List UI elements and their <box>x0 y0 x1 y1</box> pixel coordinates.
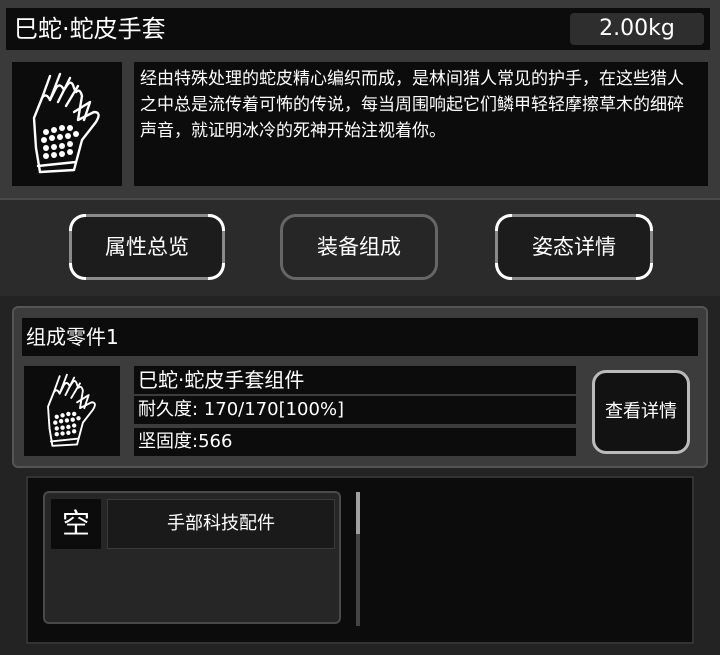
slots-scrollbar-thumb[interactable] <box>356 492 360 534</box>
item-weight: 2.00kg <box>570 13 704 45</box>
slot-name: 手部科技配件 <box>107 499 335 549</box>
tab-pose-details-label: 姿态详情 <box>532 235 616 259</box>
component-name: 巳蛇·蛇皮手套组件 <box>134 366 576 394</box>
snakeskin-gloves-icon <box>32 72 100 174</box>
component-icon-frame <box>24 366 120 456</box>
component-title: 组成零件1 <box>26 325 119 349</box>
tab-equipment-composition[interactable]: 装备组成 <box>280 214 438 280</box>
tab-attribute-overview-label: 属性总览 <box>105 235 189 259</box>
item-name: 巳蛇·蛇皮手套 <box>14 15 166 43</box>
component-hardness: 坚固度:566 <box>134 428 576 456</box>
tab-attribute-overview[interactable]: 属性总览 <box>69 214 225 280</box>
tab-equipment-composition-label: 装备组成 <box>317 235 401 259</box>
item-description: 经由特殊处理的蛇皮精心编织而成，是林间猎人常见的护手，在这些猎人之中总是流传着可… <box>134 62 708 186</box>
component-durability: 耐久度: 170/170[100%] <box>134 396 576 424</box>
component-header <box>22 318 698 356</box>
item-icon-frame <box>12 62 122 186</box>
snakeskin-gloves-icon <box>47 373 96 447</box>
tab-pose-details[interactable]: 姿态详情 <box>495 214 653 280</box>
view-details-button[interactable]: 查看详情 <box>592 370 690 454</box>
slot-empty-indicator: 空 <box>51 499 101 549</box>
